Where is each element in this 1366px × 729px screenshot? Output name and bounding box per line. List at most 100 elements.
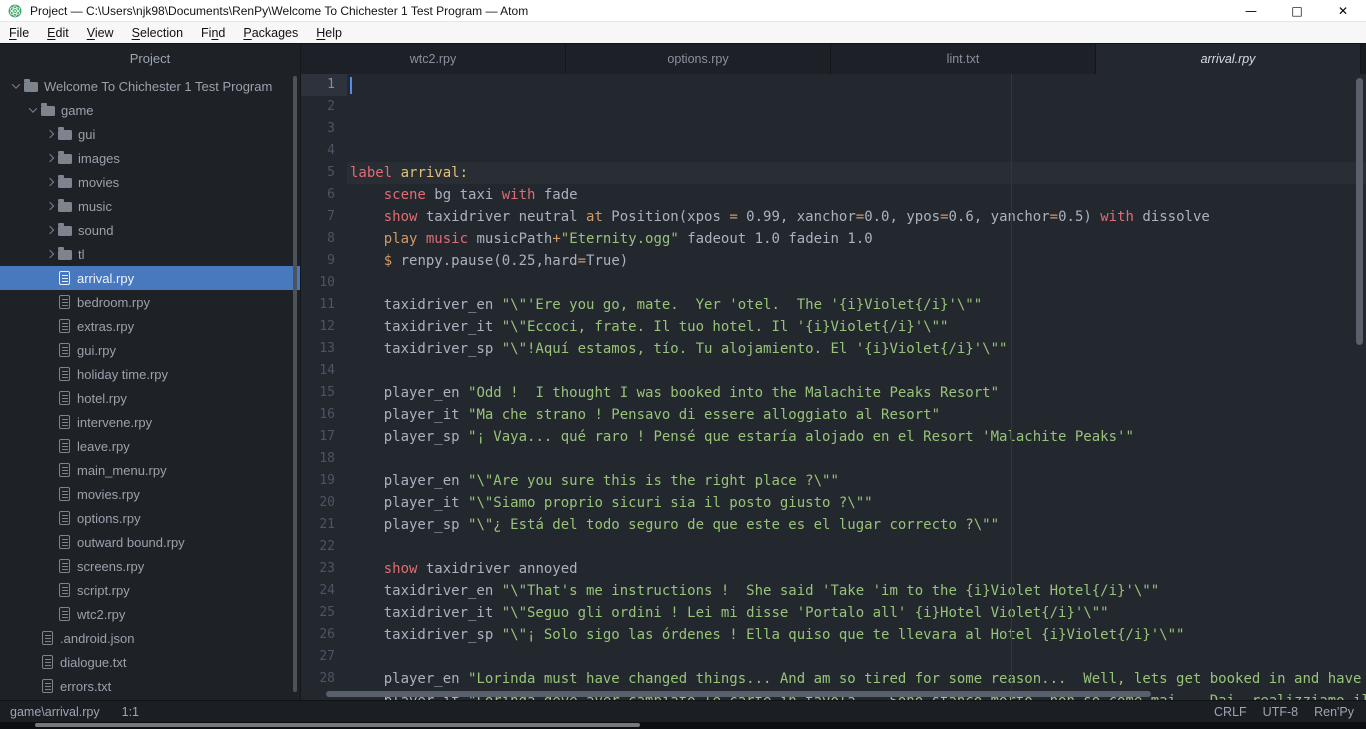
code-token: taxidriver_it (350, 605, 502, 621)
editor-horizontal-scrollbar[interactable] (326, 691, 1151, 697)
chevron-right-icon[interactable] (42, 179, 57, 185)
code-token: dissolve (1134, 209, 1210, 225)
bottom-scrollbar[interactable] (35, 723, 640, 727)
tree-item-errors-txt[interactable]: errors.txt (0, 674, 300, 698)
code-token: 0.0, ypos (864, 209, 940, 225)
tab-options-rpy[interactable]: options.rpy (566, 44, 831, 74)
tree-item-welcome-to-chichester-1-test-program[interactable]: Welcome To Chichester 1 Test Program (0, 74, 300, 98)
menu-item-edit[interactable]: Edit (38, 26, 78, 40)
chevron-right-icon[interactable] (42, 131, 57, 137)
line-number: 21 (301, 514, 347, 536)
status-encoding[interactable]: UTF-8 (1263, 705, 1298, 719)
tree-item-intervene-rpy[interactable]: intervene.rpy (0, 410, 300, 434)
code-token (417, 231, 425, 247)
file-icon (59, 343, 70, 357)
tree-item-bedroom-rpy[interactable]: bedroom.rpy (0, 290, 300, 314)
code-line-19: show taxidriver annoyed (347, 558, 1366, 580)
code-token: fade (535, 187, 577, 203)
file-icon (59, 607, 70, 621)
tab-wtc2-rpy[interactable]: wtc2.rpy (301, 44, 566, 74)
tree-item-tl[interactable]: tl (0, 242, 300, 266)
code-token: player_it (350, 495, 468, 511)
chevron-down-icon[interactable] (25, 107, 40, 113)
tree-item-extras-rpy[interactable]: extras.rpy (0, 314, 300, 338)
file-icon (59, 319, 70, 333)
tree-item-label: wtc2.rpy (77, 607, 125, 622)
window-controls: — □ ✕ (1228, 0, 1366, 21)
menu-item-packages[interactable]: Packages (234, 26, 307, 40)
tree-item-sound[interactable]: sound (0, 218, 300, 242)
code-line-18 (347, 536, 1366, 558)
status-cursor-position[interactable]: 1:1 (122, 705, 139, 719)
status-file-path[interactable]: game\arrival.rpy (10, 705, 100, 719)
tree-item-movies-rpy[interactable]: movies.rpy (0, 482, 300, 506)
menu-item-help[interactable]: Help (307, 26, 351, 40)
chevron-right-icon[interactable] (42, 227, 57, 233)
tab-lint-txt[interactable]: lint.txt (831, 44, 1096, 74)
chevron-down-icon[interactable] (8, 83, 23, 89)
tree-item-outward-bound-rpy[interactable]: outward bound.rpy (0, 530, 300, 554)
tree-item-movies[interactable]: movies (0, 170, 300, 194)
code-area[interactable]: label arrival: scene bg taxi with fade s… (347, 74, 1366, 700)
line-number: 2 (301, 96, 347, 118)
tree-item-wtc2-rpy[interactable]: wtc2.rpy (0, 602, 300, 626)
tree-item-images[interactable]: images (0, 146, 300, 170)
status-grammar[interactable]: Ren'Py (1314, 705, 1354, 719)
menu-item-view[interactable]: View (78, 26, 123, 40)
tab-bar: wtc2.rpyoptions.rpy lint.txt arrival.rpy (301, 44, 1366, 74)
tree-item-label: dialogue.txt (60, 655, 127, 670)
chevron-right-icon[interactable] (42, 203, 57, 209)
code-token: True) (586, 253, 628, 269)
code-token: "\"!Aquí estamos, tío. Tu alojamiento. E… (502, 341, 1008, 357)
window-title: Project — C:\Users\njk98\Documents\RenPy… (30, 4, 528, 18)
tree-item-script-rpy[interactable]: script.rpy (0, 578, 300, 602)
text-editor[interactable]: 1234567891011121314151617181920212223242… (301, 74, 1366, 700)
tree-item-label: movies (78, 175, 119, 190)
tree-item-screens-rpy[interactable]: screens.rpy (0, 554, 300, 578)
menu-item-find[interactable]: Find (192, 26, 234, 40)
tree-item-android-json[interactable]: .android.json (0, 626, 300, 650)
code-line-22: taxidriver_sp "\"¡ Solo sigo las órdenes… (347, 624, 1366, 646)
code-line-9: taxidriver_sp "\"!Aquí estamos, tío. Tu … (347, 338, 1366, 360)
minimize-button[interactable]: — (1228, 0, 1274, 21)
tree-item-main-menu-rpy[interactable]: main_menu.rpy (0, 458, 300, 482)
tree-scrollbar[interactable] (293, 76, 297, 692)
tree-item-label: errors.txt (60, 679, 111, 694)
code-token: "\"Are you sure this is the right place … (468, 473, 839, 489)
tree-item-arrival-rpy[interactable]: arrival.rpy (0, 266, 300, 290)
code-token (350, 209, 384, 225)
tree-item-leave-rpy[interactable]: leave.rpy (0, 434, 300, 458)
tab-label: lint.txt (947, 52, 980, 66)
line-number: 24 (301, 580, 347, 602)
tree-item-options-rpy[interactable]: options.rpy (0, 506, 300, 530)
menu-item-selection[interactable]: Selection (123, 26, 192, 40)
tree-item-label: music (78, 199, 112, 214)
tree-item-game[interactable]: game (0, 98, 300, 122)
chevron-right-icon[interactable] (42, 251, 57, 257)
code-token: player_en (350, 385, 468, 401)
folder-icon (58, 178, 72, 188)
tree-item-label: screens.rpy (77, 559, 144, 574)
tree-item-label: game (61, 103, 94, 118)
tree-item-music[interactable]: music (0, 194, 300, 218)
menu-mnemonic: V (87, 26, 95, 40)
file-icon (59, 487, 70, 501)
tree-item-gui-rpy[interactable]: gui.rpy (0, 338, 300, 362)
tree-view-panel: Project Welcome To Chichester 1 Test Pro… (0, 44, 300, 700)
tree-item-hotel-rpy[interactable]: hotel.rpy (0, 386, 300, 410)
maximize-button[interactable]: □ (1274, 0, 1320, 21)
folder-icon (58, 202, 72, 212)
close-button[interactable]: ✕ (1320, 0, 1366, 21)
tree-item-gui[interactable]: gui (0, 122, 300, 146)
chevron-right-icon[interactable] (42, 155, 57, 161)
code-token: taxidriver annoyed (417, 561, 577, 577)
tree-item-holiday-time-rpy[interactable]: holiday time.rpy (0, 362, 300, 386)
code-token: taxidriver_en (350, 583, 502, 599)
tree-item-label: gui (78, 127, 95, 142)
tab-arrival-rpy[interactable]: arrival.rpy (1096, 44, 1361, 74)
editor-vertical-scrollbar[interactable] (1356, 78, 1363, 345)
status-line-ending[interactable]: CRLF (1214, 705, 1247, 719)
menu-item-file[interactable]: File (0, 26, 38, 40)
tree-item-dialogue-txt[interactable]: dialogue.txt (0, 650, 300, 674)
code-line-6 (347, 272, 1366, 294)
